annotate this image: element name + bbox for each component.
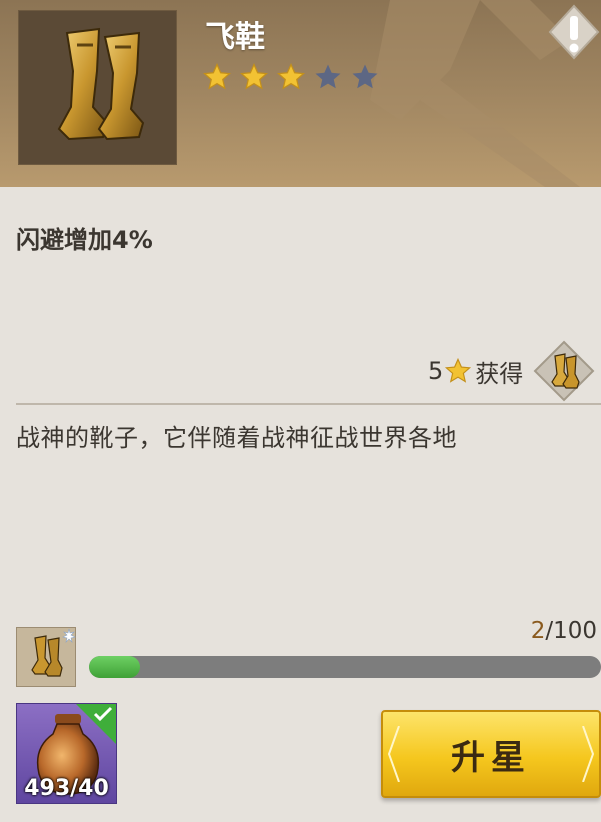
effect-text: 闪避增加4% (16, 226, 153, 254)
upgrade-button-label: 升星 (451, 737, 531, 778)
item-name: 飞鞋 (205, 20, 265, 55)
material-slot[interactable]: 493/40 (16, 703, 117, 804)
star-filled-icon (239, 62, 269, 90)
star-rating (202, 62, 380, 92)
progress-bar (89, 656, 601, 678)
item-description: 战神的靴子，它伴随着战神征战世界各地 (16, 424, 457, 452)
star-empty-icon (315, 64, 341, 89)
star-filled-icon (276, 62, 306, 90)
star-icon (445, 357, 472, 383)
progress-fill (89, 656, 141, 678)
upgrade-star-button[interactable]: 升星 (381, 710, 601, 798)
star-filled-icon (202, 62, 232, 90)
progress-separator: / (545, 618, 554, 644)
golden-boots-icon (57, 27, 145, 141)
boots-fragment-icon[interactable] (16, 627, 76, 687)
check-icon (93, 706, 113, 722)
star-empty-icon (352, 64, 378, 89)
obtain-label: 获得 (475, 359, 524, 388)
item-header: 飞鞋 (0, 0, 601, 187)
progress-max: 100 (553, 618, 597, 644)
progress-current: 2 (530, 618, 546, 644)
golden-boots-icon[interactable] (533, 340, 595, 402)
progress-count: 2/100 (531, 618, 597, 644)
obtain-info: 5 获得 (428, 340, 595, 402)
item-portrait (18, 10, 177, 165)
divider (16, 403, 601, 405)
exclamation-icon[interactable] (548, 4, 600, 60)
material-count: 493/40 (24, 776, 109, 801)
obtain-star-level: 5 (428, 357, 444, 385)
